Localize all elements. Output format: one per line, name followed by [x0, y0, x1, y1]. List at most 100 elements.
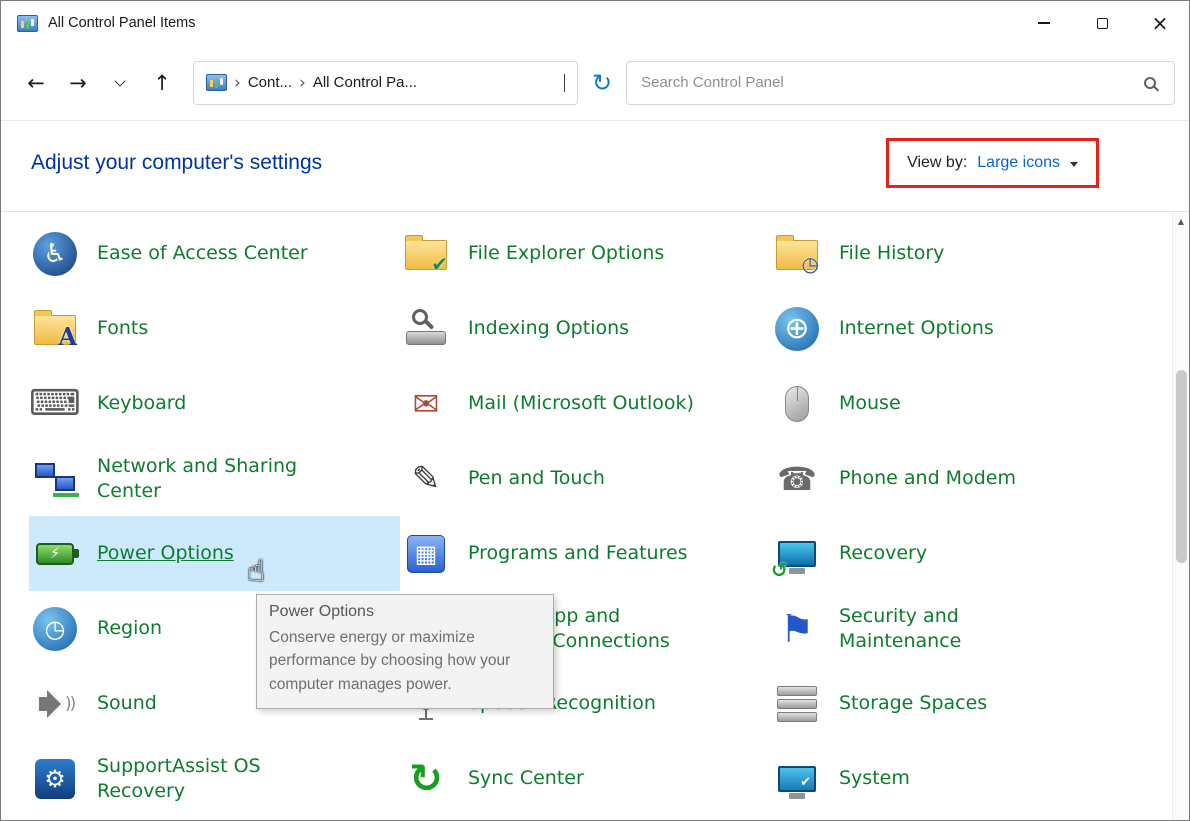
search-box[interactable] — [626, 61, 1175, 105]
control-panel-item[interactable]: ▦ Programs and Features — [400, 516, 771, 591]
control-panel-item[interactable]: Storage Spaces — [771, 666, 1142, 741]
item-label[interactable]: Fonts — [97, 316, 148, 341]
item-label[interactable]: Keyboard — [97, 391, 186, 416]
control-panel-item[interactable]: ↺ Recovery — [771, 516, 1142, 591]
supportassist-icon: ⚙ — [31, 755, 79, 803]
titlebar: All Control Panel Items × — [1, 1, 1189, 45]
sound-icon — [31, 680, 79, 728]
forward-button[interactable]: → — [57, 63, 99, 103]
scrollbar[interactable]: ▲ — [1172, 212, 1189, 821]
up-arrow-icon: ↑ — [153, 71, 171, 95]
view-by-label: View by: — [907, 154, 967, 172]
item-label[interactable]: Programs and Features — [468, 541, 688, 566]
chevron-down-icon[interactable] — [1070, 162, 1078, 167]
keyboard-icon: ⌨ — [31, 380, 79, 428]
item-label[interactable]: Security and Maintenance — [839, 604, 1071, 653]
security-maintenance-icon: ⚑ — [773, 605, 821, 653]
control-panel-item[interactable]: Indexing Options — [400, 291, 771, 366]
control-panel-item[interactable]: ✔ System — [771, 741, 1142, 816]
breadcrumb-segments: ›Cont...›All Control Pa... — [234, 73, 417, 93]
up-button[interactable]: ↑ — [141, 63, 183, 103]
control-panel-item[interactable]: Mouse — [771, 366, 1142, 441]
forward-arrow-icon: → — [69, 71, 87, 95]
sync-center-icon: ↻ — [402, 755, 450, 803]
control-panel-icon — [17, 15, 38, 32]
annotation-highlight-box: View by: Large icons — [886, 138, 1099, 188]
control-panel-item[interactable]: ⚑ Security and Maintenance — [771, 591, 1142, 666]
item-label[interactable]: Indexing Options — [468, 316, 629, 341]
breadcrumb-segment[interactable]: Cont... — [248, 74, 292, 91]
mail-icon: ✉ — [402, 380, 450, 428]
control-panel-item[interactable]: ⚙ SupportAssist OS Recovery — [29, 741, 400, 816]
programs-features-icon: ▦ — [402, 530, 450, 578]
refresh-icon: ↻ — [592, 69, 612, 97]
address-dropdown-button[interactable] — [564, 74, 565, 92]
item-label[interactable]: System — [839, 766, 910, 791]
window-title: All Control Panel Items — [48, 15, 195, 31]
item-label[interactable]: Phone and Modem — [839, 466, 1016, 491]
tooltip: Power Options Conserve energy or maximiz… — [256, 594, 554, 709]
item-label[interactable]: Recovery — [839, 541, 927, 566]
power-options-icon: ⚡ — [31, 530, 79, 578]
item-label[interactable]: Mail (Microsoft Outlook) — [468, 391, 694, 416]
item-label[interactable]: Power Options — [97, 541, 234, 566]
item-label[interactable]: File Explorer Options — [468, 241, 664, 266]
control-panel-item[interactable]: ✎ Pen and Touch — [400, 441, 771, 516]
control-panel-item[interactable]: ⊕ Internet Options — [771, 291, 1142, 366]
storage-spaces-icon — [773, 680, 821, 728]
view-by-dropdown[interactable]: Large icons — [977, 154, 1060, 172]
recovery-icon: ↺ — [773, 530, 821, 578]
breadcrumb[interactable]: ›Cont...›All Control Pa... — [193, 61, 578, 105]
control-panel-item[interactable]: ☎ Phone and Modem — [771, 441, 1142, 516]
search-input[interactable] — [641, 74, 1144, 91]
back-arrow-icon: ← — [27, 71, 45, 95]
scrollbar-thumb[interactable] — [1176, 370, 1187, 563]
control-panel-item[interactable]: ✔ File Explorer Options — [400, 216, 771, 291]
fonts-icon: A — [31, 305, 79, 353]
control-panel-item[interactable]: ⌨ Keyboard — [29, 366, 400, 441]
minimize-button[interactable] — [1015, 1, 1073, 45]
chevron-down-icon — [114, 75, 125, 86]
item-label[interactable]: SupportAssist OS Recovery — [97, 754, 329, 803]
refresh-button[interactable]: ↻ — [592, 69, 612, 97]
control-panel-item[interactable]: ⚡ Power Options — [29, 516, 400, 591]
network-sharing-icon — [31, 455, 79, 503]
control-panel-items-grid: ♿ Ease of Access Center ✔ File Explorer … — [1, 212, 1172, 816]
mouse-icon — [773, 380, 821, 428]
tooltip-title: Power Options — [269, 603, 541, 621]
close-button[interactable]: × — [1131, 1, 1189, 45]
control-panel-icon — [206, 74, 227, 91]
page-title: Adjust your computer's settings — [31, 151, 322, 175]
breadcrumb-segment[interactable]: All Control Pa... — [313, 74, 417, 91]
scroll-up-arrow-icon[interactable]: ▲ — [1173, 212, 1189, 230]
item-label[interactable]: Region — [97, 616, 162, 641]
maximize-button[interactable] — [1073, 1, 1131, 45]
item-label[interactable]: Sync Center — [468, 766, 584, 791]
item-label[interactable]: Mouse — [839, 391, 901, 416]
control-panel-item[interactable]: ◷ File History — [771, 216, 1142, 291]
file-explorer-options-icon: ✔ — [402, 230, 450, 278]
breadcrumb-separator-icon: › — [299, 73, 306, 93]
item-label[interactable]: Network and Sharing Center — [97, 454, 329, 503]
control-panel-item[interactable]: ♿ Ease of Access Center — [29, 216, 400, 291]
item-label[interactable]: Sound — [97, 691, 157, 716]
control-panel-item[interactable]: ↻ Sync Center — [400, 741, 771, 816]
file-history-icon: ◷ — [773, 230, 821, 278]
search-icon[interactable] — [1144, 77, 1156, 89]
back-button[interactable]: ← — [15, 63, 57, 103]
item-label[interactable]: Ease of Access Center — [97, 241, 308, 266]
item-label[interactable]: File History — [839, 241, 944, 266]
item-label[interactable]: Internet Options — [839, 316, 994, 341]
tooltip-body: Conserve energy or maximize performance … — [269, 626, 541, 696]
control-panel-item[interactable]: Network and Sharing Center — [29, 441, 400, 516]
pen-touch-icon: ✎ — [402, 455, 450, 503]
control-panel-item[interactable]: ✉ Mail (Microsoft Outlook) — [400, 366, 771, 441]
recent-locations-button[interactable] — [99, 63, 141, 103]
chevron-down-icon — [564, 74, 565, 92]
item-label[interactable]: Storage Spaces — [839, 691, 987, 716]
internet-options-icon: ⊕ — [773, 305, 821, 353]
control-panel-item[interactable]: A Fonts — [29, 291, 400, 366]
item-label[interactable]: Pen and Touch — [468, 466, 605, 491]
indexing-options-icon — [402, 305, 450, 353]
page-header: Adjust your computer's settings View by:… — [1, 121, 1189, 212]
